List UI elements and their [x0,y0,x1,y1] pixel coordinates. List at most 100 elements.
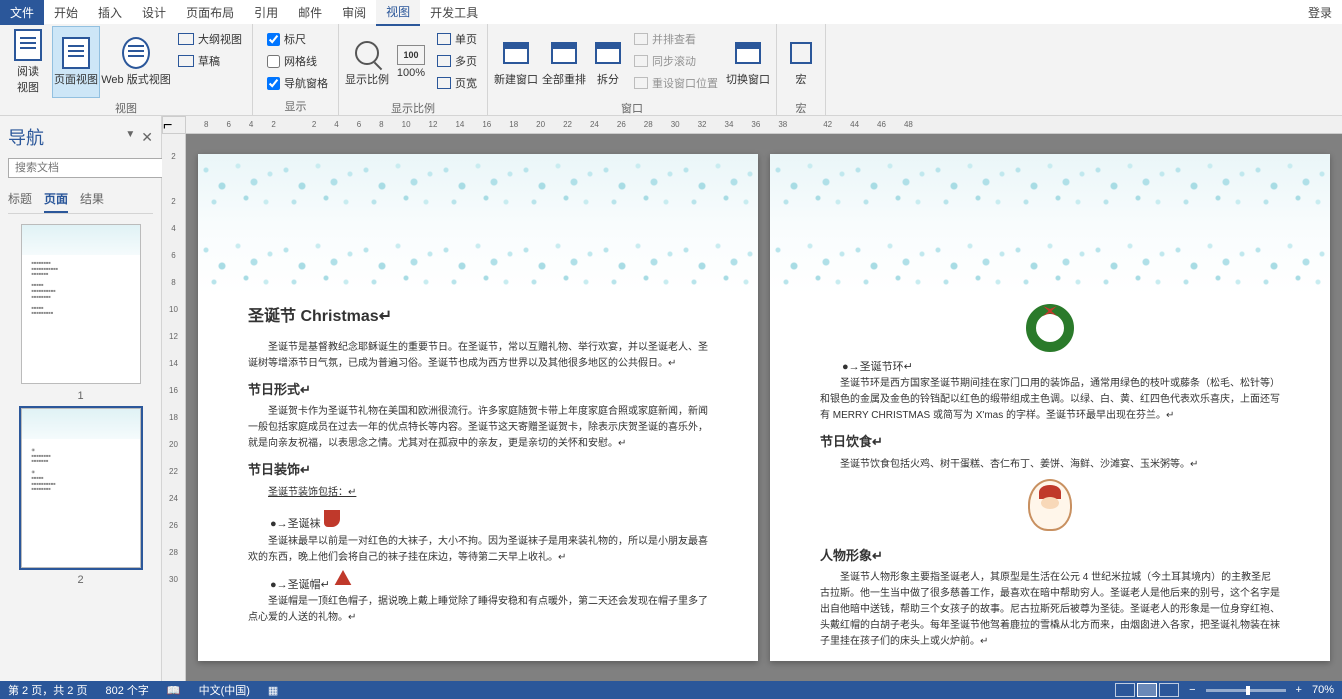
multi-page-button[interactable]: 多页 [437,50,477,72]
snowflake-decoration [770,154,1330,294]
status-insert-icon[interactable]: ▦ [268,684,278,697]
one-page-button[interactable]: 单页 [437,28,477,50]
side-by-side-button: 并排查看 [634,28,718,50]
draft-view-button[interactable]: 草稿 [178,50,242,72]
split-icon [592,37,624,69]
page-thumbnail-1[interactable]: ■■■■■■■■■■■■■■■■■■■■■■■■■■■■■■■■■■■■■■■■… [21,224,141,384]
menu-insert[interactable]: 插入 [88,0,132,25]
nav-close-button[interactable]: ✕ [141,129,153,146]
nav-tab-headings[interactable]: 标题 [8,190,32,213]
doc-bullet: ●→圣诞节环↵ [842,359,913,377]
doc-heading-2: 节日饮食↵ [820,432,1280,453]
ribbon: 阅读 视图 页面视图 Web 版式视图 大纲视图 草稿 视图 标尺 网格线 导航… [0,24,1342,116]
zoom-level[interactable]: 70% [1312,684,1334,696]
status-language[interactable]: 中文(中国) [199,682,250,698]
doc-paragraph: 圣诞节是基督教纪念耶稣诞生的重要节日。在圣诞节，常以互赠礼物、举行欢宴，并以圣诞… [248,340,708,372]
doc-paragraph: 圣诞帽是一顶红色帽子，据说晚上戴上睡觉除了睡得安稳和有点暖外，第二天还会发现在帽… [248,594,708,626]
thumb-1-number: 1 [8,390,153,402]
gridlines-checkbox[interactable]: 网格线 [263,50,328,72]
page-view-icon [60,37,92,69]
menu-mailings[interactable]: 邮件 [288,0,332,25]
doc-heading-2: 人物形象↵ [820,546,1280,567]
switch-windows-button[interactable]: 切换窗口 [724,26,772,98]
menu-file[interactable]: 文件 [0,0,44,25]
menu-review[interactable]: 审阅 [332,0,376,25]
zoom-100-icon: 100 [397,45,425,65]
navigation-pane: 导航 ▼ ✕ ▾ 标题 页面 结果 ■■■■■■■■■■■■■■■■■■■■■■… [0,116,162,681]
macros-icon [785,37,817,69]
navpane-checkbox[interactable]: 导航窗格 [263,72,328,94]
menu-bar: 文件 开始 插入 设计 页面布局 引用 邮件 审阅 视图 开发工具 登录 [0,0,1342,24]
show-group-label: 显示 [257,96,334,116]
reset-position-button: 重设窗口位置 [634,72,718,94]
thumb-2-number: 2 [8,574,153,586]
read-mode-button[interactable] [1115,683,1135,697]
zoom-slider[interactable] [1206,689,1286,692]
macros-group-label: 宏 [781,98,821,118]
page-width-button[interactable]: 页宽 [437,72,477,94]
read-view-icon [12,29,44,61]
arrange-all-button[interactable]: 全部重排 [540,26,588,98]
zoom-button[interactable]: 显示比例 [343,26,391,98]
menu-view[interactable]: 视图 [376,0,420,26]
status-word-count[interactable]: 802 个字 [105,682,148,698]
nav-title: 导航 [8,124,44,150]
ruler-corner: ⌐ [162,116,186,134]
view-mode-buttons [1115,683,1179,697]
sync-scroll-button: 同步滚动 [634,50,718,72]
web-view-button[interactable]: Web 版式视图 [100,26,172,98]
page-thumbnail-2[interactable]: ◉■■■■■■■■■■■■■■■◉■■■■■■■■■■■■■■■■■■■■■■■ [21,408,141,568]
new-window-icon [500,37,532,69]
status-bar: 第 2 页，共 2 页 802 个字 📖 中文(中国) ▦ − + 70% [0,681,1342,699]
zoom-out-button[interactable]: − [1189,684,1195,696]
menu-devtools[interactable]: 开发工具 [420,0,488,25]
status-page[interactable]: 第 2 页，共 2 页 [8,682,87,698]
document-area: ⌐ 86422468101214161820222426283032343638… [162,116,1342,681]
web-layout-button[interactable] [1159,683,1179,697]
zoom-100-button[interactable]: 100 100% [391,26,431,98]
menu-references[interactable]: 引用 [244,0,288,25]
santa-hat-icon [333,570,353,588]
wreath-icon [1026,304,1074,352]
arrange-all-icon [548,37,580,69]
document-page-1[interactable]: 圣诞节 Christmas↵ 圣诞节是基督教纪念耶稣诞生的重要节日。在圣诞节，常… [198,154,758,661]
new-window-button[interactable]: 新建窗口 [492,26,540,98]
nav-tab-results[interactable]: 结果 [80,190,104,213]
page-view-button[interactable]: 页面视图 [52,26,100,98]
santa-badge-icon [1028,479,1072,531]
menu-home[interactable]: 开始 [44,0,88,25]
switch-windows-icon [732,37,764,69]
snowflake-decoration [198,154,758,294]
nav-dropdown-icon[interactable]: ▼ [125,129,135,146]
zoom-in-button[interactable]: + [1296,684,1302,696]
document-page-2[interactable]: ●→圣诞节环↵ 圣诞节环是西方国家圣诞节期间挂在家门口用的装饰品，通常用绿色的枝… [770,154,1330,661]
doc-paragraph: 圣诞袜最早以前是一对红色的大袜子，大小不拘。因为圣诞袜子是用来装礼物的，所以是小… [248,534,708,566]
macros-button[interactable]: 宏 [781,26,821,98]
doc-paragraph: 圣诞贺卡作为圣诞节礼物在美国和欧洲很流行。许多家庭随贺卡带上年度家庭合照或家庭新… [248,404,708,452]
menu-design[interactable]: 设计 [132,0,176,25]
views-group-label: 视图 [4,98,248,118]
zoom-icon [351,37,383,69]
doc-paragraph: 圣诞节饮食包括火鸡、树干蛋糕、杏仁布丁、姜饼、海鲜、沙滩宴、玉米粥等。↵ [820,457,1280,473]
vertical-ruler[interactable]: 224681012141618202224262830 [162,134,186,681]
menu-layout[interactable]: 页面布局 [176,0,244,25]
doc-heading-2: 节日形式↵ [248,380,708,401]
doc-heading-2: 节日装饰↵ [248,460,708,481]
nav-tab-pages[interactable]: 页面 [44,190,68,213]
outline-view-button[interactable]: 大纲视图 [178,28,242,50]
print-layout-button[interactable] [1137,683,1157,697]
doc-paragraph: 圣诞节人物形象主要指圣诞老人，其原型是生活在公元 4 世纪米拉城（今土耳其境内）… [820,570,1280,650]
login-link[interactable]: 登录 [1308,4,1332,21]
read-view-button[interactable]: 阅读 视图 [4,26,52,98]
web-view-icon [120,37,152,69]
ruler-checkbox[interactable]: 标尺 [263,28,328,50]
window-group-label: 窗口 [492,98,772,118]
doc-bullet: ●→圣诞袜 [270,518,321,530]
horizontal-ruler[interactable]: 8642246810121416182022242628303234363842… [186,116,1342,134]
split-button[interactable]: 拆分 [588,26,628,98]
nav-search-input[interactable] [8,158,164,178]
sock-icon [324,505,340,527]
doc-paragraph: 圣诞节环是西方国家圣诞节期间挂在家门口用的装饰品，通常用绿色的枝叶或藤条（松毛、… [820,376,1280,424]
zoom-group-label: 显示比例 [343,98,483,118]
status-spellcheck-icon[interactable]: 📖 [167,684,181,697]
